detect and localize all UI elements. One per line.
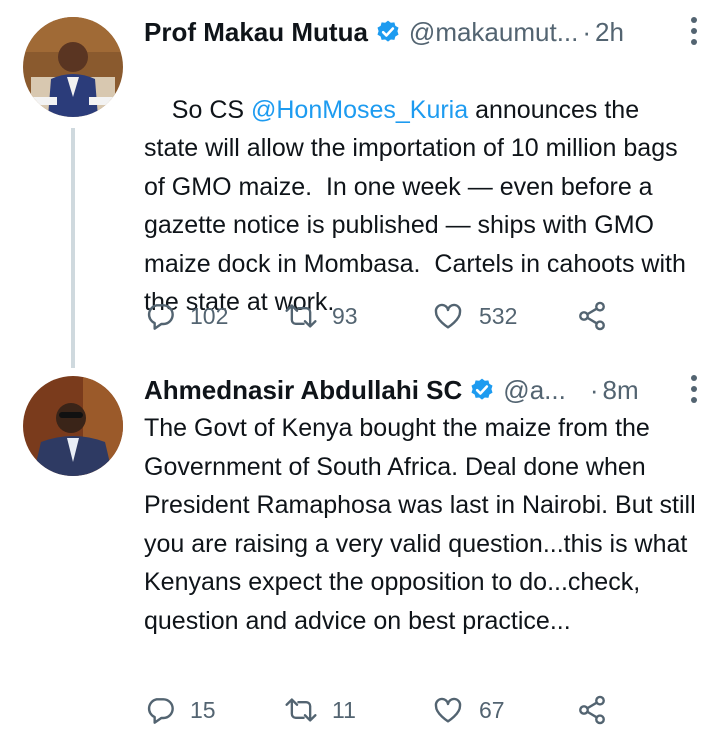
verified-badge-icon (377, 20, 399, 42)
like-icon (434, 303, 462, 329)
action-bar: 102 93 532 (144, 296, 624, 336)
share-icon (579, 301, 605, 331)
tweet-1[interactable]: Prof Makau Mutua @makaumut... · 2h So CS… (0, 0, 720, 368)
more-icon[interactable] (690, 16, 698, 46)
more-icon[interactable] (690, 374, 698, 404)
separator-dot: · (589, 374, 599, 405)
retweet-button[interactable]: 93 (284, 296, 358, 336)
like-count: 532 (479, 302, 518, 329)
like-button[interactable]: 67 (431, 690, 505, 730)
retweet-count: 11 (332, 696, 356, 723)
tweet-text-prefix: So CS (171, 95, 251, 124)
action-bar: 15 11 67 (144, 690, 624, 730)
reply-icon (147, 698, 174, 724)
tweet-header: Prof Makau Mutua @makaumut... · 2h (144, 14, 690, 50)
like-button[interactable]: 532 (431, 296, 517, 336)
reply-icon (147, 304, 174, 330)
tweet-text: The Govt of Kenya bought the maize from … (144, 414, 703, 635)
mention-link[interactable]: @HonMoses_Kuria (251, 96, 468, 124)
tweet-header: Ahmednasir Abdullahi SC @a... · 8m (144, 372, 690, 408)
retweet-button[interactable]: 11 (284, 690, 356, 730)
avatar-tweet-1[interactable] (23, 17, 123, 117)
share-button[interactable] (576, 296, 608, 336)
reply-button[interactable]: 15 (144, 690, 216, 730)
retweet-icon (285, 304, 317, 328)
author-name[interactable]: Prof Makau Mutua (144, 17, 368, 48)
thread-line (71, 128, 75, 368)
retweet-icon (285, 698, 317, 722)
tweet-2[interactable]: Ahmednasir Abdullahi SC @a... · 8m The G… (0, 360, 720, 756)
share-icon (579, 695, 605, 725)
separator-dot: · (582, 16, 592, 47)
author-handle[interactable]: @makaumut... (409, 17, 578, 48)
avatar-tweet-2[interactable] (23, 376, 123, 476)
author-handle[interactable]: @a... (503, 375, 566, 406)
author-name[interactable]: Ahmednasir Abdullahi SC (144, 375, 462, 406)
like-count: 67 (479, 696, 505, 723)
verified-badge-icon (471, 378, 493, 400)
reply-count: 15 (190, 696, 216, 723)
tweet-text-rest: announces the state will allow the impor… (144, 95, 693, 317)
reply-count: 102 (190, 302, 229, 329)
timestamp[interactable]: 8m (603, 375, 639, 406)
retweet-count: 93 (332, 302, 358, 329)
reply-button[interactable]: 102 (144, 296, 228, 336)
timestamp[interactable]: 2h (595, 17, 624, 48)
like-icon (434, 697, 462, 723)
share-button[interactable] (576, 690, 608, 730)
